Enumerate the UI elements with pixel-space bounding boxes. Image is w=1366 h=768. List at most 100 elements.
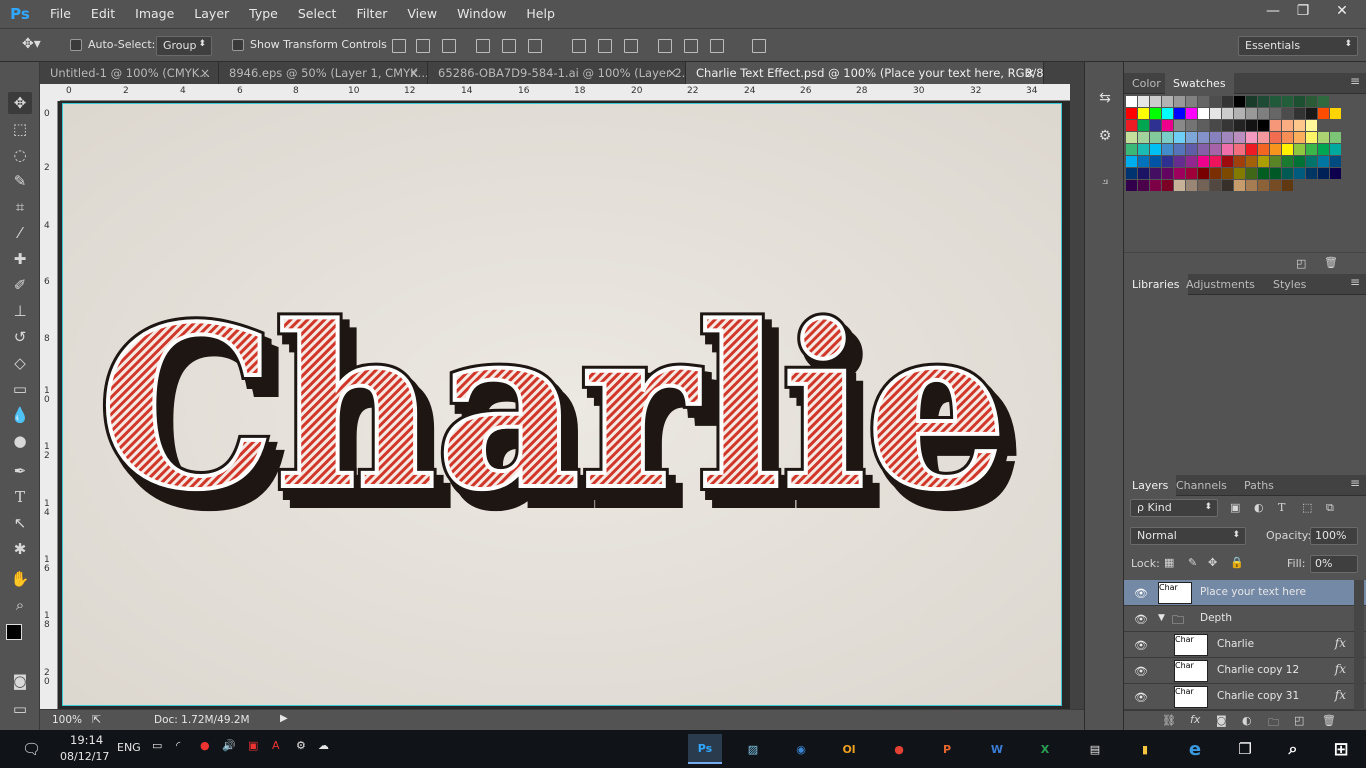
expand-chevron-icon[interactable]: ▼ [1158,613,1165,623]
quick-select-tool-icon[interactable]: ✎ [8,170,32,192]
tab-untitled-1[interactable]: Untitled-1 @ 100% (CMYK... × [40,62,219,84]
color-swatch[interactable] [1174,96,1185,107]
color-swatch[interactable] [1162,120,1173,131]
color-swatch[interactable] [1282,168,1293,179]
color-swatch[interactable] [1210,180,1221,191]
restore-button[interactable]: ❐ [1288,0,1318,22]
new-layer-icon[interactable]: ◰ [1294,714,1304,727]
lock-transparency-icon[interactable]: ▦ [1164,556,1174,569]
color-swatch[interactable] [1222,144,1233,155]
taskbar-powerpoint[interactable]: P [930,734,964,764]
color-swatch[interactable] [1306,108,1317,119]
trash-icon[interactable]: 🗑 [1322,714,1336,727]
distribute-right-icon[interactable] [710,39,724,53]
tray-app-icon[interactable]: ▣ [248,739,258,752]
color-swatch[interactable] [1126,180,1137,191]
menu-type[interactable]: Type [239,0,288,28]
vertical-ruler[interactable]: 0 2 4 6 8 1 0 1 2 1 4 1 6 1 8 2 0 [40,101,58,709]
tab-styles[interactable]: Styles [1265,274,1314,295]
color-swatch[interactable] [1294,168,1305,179]
color-swatch[interactable] [1222,156,1233,167]
layer-row[interactable]: 👁 Char Charlie copy 12 fx [1124,658,1366,684]
distribute-top-icon[interactable] [572,39,586,53]
color-swatch[interactable] [1234,180,1245,191]
color-swatch[interactable] [1330,156,1341,167]
history-panel-icon[interactable]: ⇆ [1095,90,1115,110]
filter-adjustment-icon[interactable]: ◐ [1254,501,1264,514]
color-swatch[interactable] [1270,120,1281,131]
color-swatch[interactable] [1198,120,1209,131]
canvas-vertical-scrollbar[interactable] [1070,84,1084,709]
color-swatch[interactable] [1282,144,1293,155]
marquee-tool-icon[interactable]: ⬚ [8,118,32,140]
layer-row[interactable]: 👁 Char Place your text here [1124,580,1366,606]
color-swatch[interactable] [1150,168,1161,179]
color-swatch[interactable] [1330,144,1341,155]
color-swatch[interactable] [1150,108,1161,119]
stamp-tool-icon[interactable]: ⊥ [8,300,32,322]
quick-mask-icon[interactable]: ◙ [8,670,32,692]
color-swatch[interactable] [1210,96,1221,107]
color-swatch[interactable] [1174,132,1185,143]
color-swatch[interactable] [1126,168,1137,179]
color-swatch[interactable] [1282,120,1293,131]
notification-center-icon[interactable]: 🗨 [22,740,41,758]
color-swatch[interactable] [1270,168,1281,179]
panel-menu-icon[interactable]: ≡ [1350,74,1360,88]
color-swatch[interactable] [1306,144,1317,155]
acrobat-tray-icon[interactable]: A [272,739,280,752]
path-select-icon[interactable]: ↖ [8,512,32,534]
color-swatch[interactable] [1246,144,1257,155]
trash-icon[interactable]: 🗑 [1324,256,1338,269]
menu-help[interactable]: Help [516,0,565,28]
color-swatch[interactable] [1306,132,1317,143]
color-swatch[interactable] [1126,144,1137,155]
color-swatch[interactable] [1318,168,1329,179]
lock-all-icon[interactable]: 🔒 [1230,556,1244,569]
color-swatch[interactable] [1186,96,1197,107]
visibility-eye-icon[interactable]: 👁 [1134,639,1148,652]
color-swatch[interactable] [1282,96,1293,107]
color-swatch[interactable] [1210,132,1221,143]
color-swatch[interactable] [1198,156,1209,167]
foreground-color-swatch[interactable] [6,624,22,640]
task-view-icon[interactable]: ❐ [1228,734,1262,764]
pen-tool-icon[interactable]: ✒ [8,460,32,482]
color-swatch[interactable] [1246,96,1257,107]
cloud-tray-icon[interactable]: ☁ [318,739,329,752]
layer-effects-icon[interactable]: fx [1335,688,1346,702]
add-style-icon[interactable]: fx [1190,713,1200,726]
align-hcenter-icon[interactable] [502,39,516,53]
wifi-icon[interactable]: ◜ [176,739,180,752]
color-swatch[interactable] [1258,168,1269,179]
minimize-button[interactable]: — [1258,0,1288,22]
taskbar-file-explorer[interactable]: ▮ [1128,734,1162,764]
volume-icon[interactable]: 🔊 [222,739,236,752]
color-swatch[interactable] [1186,144,1197,155]
antivirus-icon[interactable]: ● [200,739,210,752]
color-swatch[interactable] [1270,132,1281,143]
move-tool-icon[interactable]: ✥ [8,92,32,114]
color-swatch[interactable] [1198,108,1209,119]
color-swatch[interactable] [1270,180,1281,191]
color-swatch[interactable] [1318,96,1329,107]
taskbar-app-2[interactable]: ▨ [736,734,770,764]
color-swatch[interactable] [1306,156,1317,167]
dodge-tool-icon[interactable]: ● [8,430,32,452]
color-swatch[interactable] [1162,144,1173,155]
color-swatch[interactable] [1126,120,1137,131]
layer-row[interactable]: 👁 Char Charlie copy 31 fx [1124,684,1366,710]
color-swatch[interactable] [1246,180,1257,191]
distribute-bottom-icon[interactable] [624,39,638,53]
color-swatch[interactable] [1186,168,1197,179]
color-swatch[interactable] [1234,96,1245,107]
new-adjustment-icon[interactable]: ◐ [1242,714,1252,727]
color-swatch[interactable] [1210,156,1221,167]
color-swatch[interactable] [1246,156,1257,167]
color-swatch[interactable] [1258,156,1269,167]
color-swatch[interactable] [1138,108,1149,119]
color-swatch[interactable] [1150,180,1161,191]
align-top-icon[interactable] [392,39,406,53]
color-swatch[interactable] [1222,120,1233,131]
horizontal-ruler[interactable]: 0 2 4 6 8 10 12 14 16 18 20 22 24 26 28 … [60,84,1070,101]
